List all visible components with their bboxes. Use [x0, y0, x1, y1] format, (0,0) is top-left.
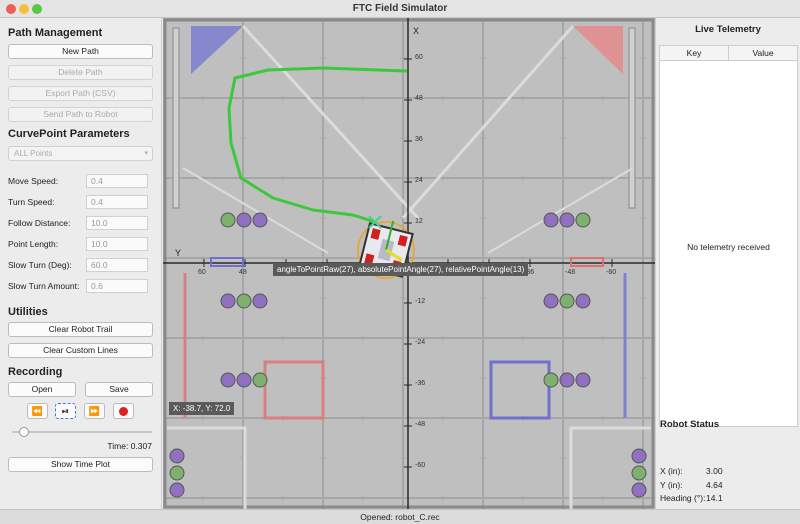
y-tick-label: -12 [415, 298, 426, 305]
open-recording-button[interactable]: Open [8, 382, 76, 397]
timeline-thumb[interactable] [18, 427, 29, 437]
fast-forward-icon: ⏩ [88, 406, 101, 416]
follow-distance-input[interactable]: 10.0 [86, 216, 148, 230]
y-tick-label: 48 [415, 95, 423, 102]
y-tick-label: 60 [415, 54, 423, 61]
robot-x-value: 3.00 [706, 466, 723, 476]
robot-heading-value: 14.1 [706, 493, 723, 503]
time-label: Time: 0.307 [107, 441, 152, 451]
recording-heading: Recording [8, 366, 63, 378]
show-time-plot-button[interactable]: Show Time Plot [8, 457, 153, 472]
timeline-track [12, 431, 152, 433]
x-axis-label: X [413, 26, 420, 36]
clear-robot-trail-button[interactable]: Clear Robot Trail [8, 322, 153, 337]
robot-heading-label: Heading (°): [660, 493, 706, 503]
save-recording-button[interactable]: Save [85, 382, 153, 397]
play-pause-button[interactable]: ⏯ [55, 403, 76, 419]
y-tick-label: -48 [415, 421, 426, 428]
follow-distance-label: Follow Distance: [8, 218, 71, 228]
y-tick-label: -36 [415, 380, 426, 387]
slow-turn-deg-input[interactable]: 60.0 [86, 258, 148, 272]
chevron-down-icon: ▾ [144, 150, 148, 157]
status-text: Opened: robot_C.rec [360, 512, 440, 522]
turn-speed-input[interactable]: 0.4 [86, 195, 148, 209]
robot-x-label: X (in): [660, 466, 683, 476]
play-pause-icon: ⏯ [61, 406, 70, 416]
rewind-icon: ⏪ [31, 406, 44, 416]
telemetry-heading: Live Telemetry [695, 24, 761, 35]
title-bar: FTC Field Simulator [0, 0, 800, 18]
slow-turn-amount-label: Slow Turn Amount: [8, 281, 80, 291]
record-icon [119, 407, 128, 417]
curvepoint-heading: CurvePoint Parameters [8, 128, 130, 140]
move-speed-label: Move Speed: [8, 176, 59, 186]
turn-speed-label: Turn Speed: [8, 197, 55, 207]
cursor-coords: X: -38.7, Y: 72.0 [169, 402, 235, 415]
slow-turn-deg-label: Slow Turn (Deg): [8, 260, 72, 270]
y-tick-label: -24 [415, 339, 426, 346]
y-tick-label: -60 [415, 462, 426, 469]
window-title: FTC Field Simulator [352, 3, 448, 14]
utilities-heading: Utilities [8, 306, 48, 318]
fast-forward-button[interactable]: ⏩ [84, 403, 105, 419]
control-panel: Path Management New Path Delete Path Exp… [0, 18, 162, 509]
delete-path-button[interactable]: Delete Path [8, 65, 153, 80]
value-column-header[interactable]: Value [729, 48, 797, 58]
slow-turn-amount-input[interactable]: 0.6 [86, 279, 148, 293]
wall-rail-right [628, 27, 636, 209]
clear-custom-lines-button[interactable]: Clear Custom Lines [8, 343, 153, 358]
field-canvas[interactable]: X Y 6048362412-12-24-36-48-60 6048362412… [163, 18, 655, 509]
telemetry-panel: Live Telemetry Key Value No telemetry re… [655, 18, 800, 509]
robot-y-label: Y (in): [660, 480, 683, 490]
new-path-button[interactable]: New Path [8, 44, 153, 59]
rewind-button[interactable]: ⏪ [27, 403, 48, 419]
send-path-button[interactable]: Send Path to Robot [8, 107, 153, 122]
telemetry-table: Key Value No telemetry received [659, 45, 798, 427]
status-bar: Opened: robot_C.rec [0, 509, 800, 524]
x-tick-label: 48 [239, 269, 247, 276]
y-tick-label: 36 [415, 136, 423, 143]
point-selector-value: ALL Points [14, 149, 53, 158]
x-tick-label: -60 [606, 269, 617, 276]
path-management-heading: Path Management [8, 27, 103, 39]
point-length-input[interactable]: 10.0 [86, 237, 148, 251]
x-tick-label: 60 [198, 269, 206, 276]
timeline-slider[interactable] [12, 427, 152, 437]
robot-status-heading: Robot Status [660, 419, 720, 430]
x-tick-label: -48 [565, 269, 576, 276]
y-tick-label: 12 [415, 218, 423, 225]
y-tick-label: 24 [415, 177, 423, 184]
telemetry-empty-text: No telemetry received [687, 242, 770, 252]
angle-tooltip: angleToPointRaw(27), absolutePointAngle(… [273, 263, 529, 276]
move-speed-input[interactable]: 0.4 [86, 174, 148, 188]
point-selector[interactable]: ALL Points ▾ [8, 146, 153, 161]
robot-y-value: 4.64 [706, 480, 723, 490]
wall-rail-left [172, 27, 180, 209]
export-path-button[interactable]: Export Path (CSV) [8, 86, 153, 101]
record-button[interactable] [113, 403, 134, 419]
point-length-label: Point Length: [8, 239, 59, 249]
y-axis-label: Y [175, 248, 182, 258]
key-column-header[interactable]: Key [660, 48, 728, 58]
telemetry-table-header: Key Value [660, 46, 797, 61]
